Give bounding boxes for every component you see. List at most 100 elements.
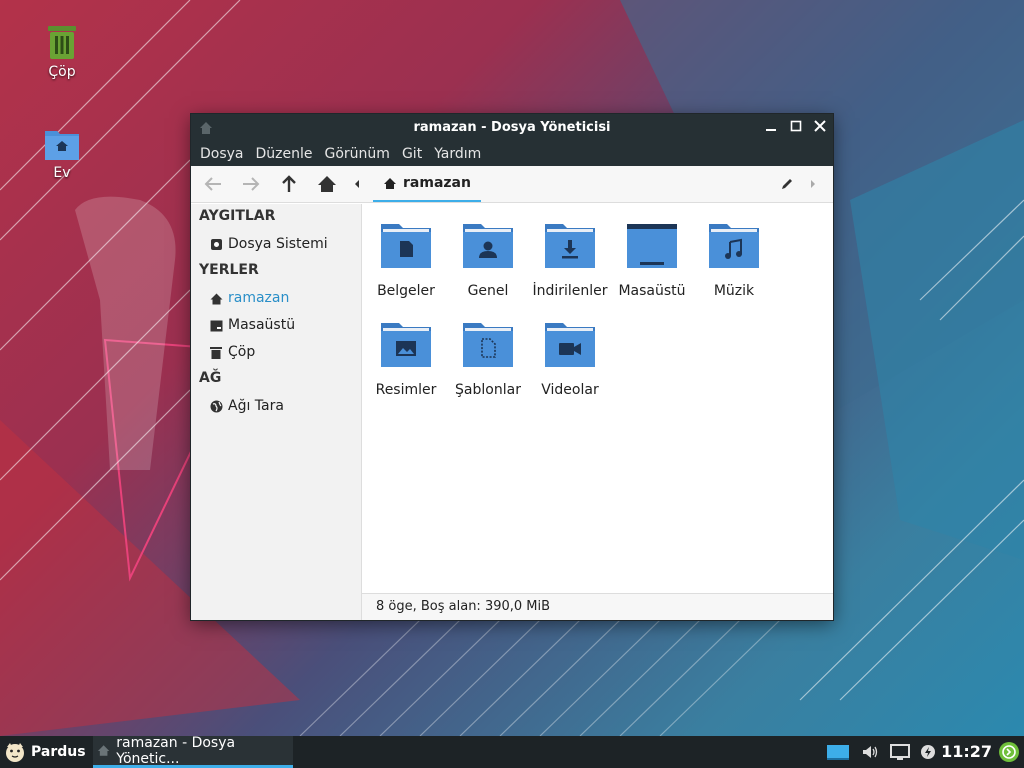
logout-icon: [999, 742, 1019, 762]
maximize-button[interactable]: [786, 118, 806, 138]
folder-label: Şablonlar: [455, 382, 521, 398]
folder-label: Genel: [467, 283, 509, 299]
folder-label: İndirilenler: [532, 283, 608, 299]
home-folder-icon: [45, 131, 79, 160]
sidebar-item-filesystem[interactable]: Dosya Sistemi: [191, 231, 361, 258]
minimize-button[interactable]: [761, 118, 781, 138]
close-icon: [814, 120, 826, 132]
menu-go[interactable]: Git: [396, 142, 428, 166]
sidebar-item-label: Çöp: [228, 344, 256, 360]
volume-icon: [863, 746, 878, 758]
menu-help[interactable]: Yardım: [428, 142, 487, 166]
folder-pictures[interactable]: Resimler: [365, 321, 447, 398]
pardus-logo-icon: [6, 743, 24, 762]
desktop-icon-label: Çöp: [48, 64, 76, 80]
monitor-icon: [890, 743, 910, 760]
documents-folder-icon: [381, 224, 431, 268]
pictures-folder-icon: [381, 323, 431, 367]
taskbar-item-label: ramazan - Dosya Yönetic...: [116, 734, 236, 767]
taskbar-item-file-manager[interactable]: ramazan - Dosya Yönetic...: [93, 734, 293, 768]
menu-view[interactable]: Görünüm: [319, 142, 396, 166]
folder-desktop[interactable]: Masaüstü: [611, 222, 693, 299]
desktop-icon-trash[interactable]: Çöp: [27, 24, 97, 80]
close-button[interactable]: [810, 118, 830, 138]
back-button[interactable]: [201, 173, 225, 195]
folder-label: Müzik: [713, 283, 755, 299]
home-icon: [384, 177, 396, 189]
public-folder-icon: [463, 224, 513, 268]
arrow-right-icon: [243, 177, 260, 191]
folder-videos[interactable]: Videolar: [529, 321, 611, 398]
templates-folder-icon: [463, 323, 513, 367]
window-title: ramazan - Dosya Yöneticisi: [413, 120, 611, 135]
globe-icon: [209, 400, 223, 414]
trash-icon: [209, 346, 223, 360]
trash-icon: [48, 26, 76, 59]
start-menu-button[interactable]: Pardus: [4, 740, 86, 764]
home-button[interactable]: [315, 173, 339, 195]
volume-button[interactable]: [860, 742, 880, 762]
up-button[interactable]: [277, 173, 301, 195]
arrow-left-icon: [204, 177, 221, 191]
menu-file[interactable]: Dosya: [194, 142, 250, 166]
clock[interactable]: 11:27: [941, 742, 992, 761]
maximize-icon: [790, 120, 802, 132]
pencil-icon: [782, 179, 792, 189]
desktop-folder-icon: [627, 224, 677, 268]
breadcrumb[interactable]: ramazan: [373, 166, 481, 202]
folder-label: Masaüstü: [618, 283, 686, 299]
home-icon: [318, 176, 336, 192]
drive-icon: [209, 238, 223, 252]
edit-location-button[interactable]: [775, 173, 799, 195]
sidebar-item-browse-network[interactable]: Ağı Tara: [191, 393, 361, 420]
menu-edit[interactable]: Düzenle: [250, 142, 319, 166]
sidebar-item-home[interactable]: ramazan: [191, 285, 361, 312]
forward-button[interactable]: [239, 173, 263, 195]
sidebar: AYGITLAR Dosya Sistemi YERLER ramazan Ma…: [191, 204, 362, 620]
folder-templates[interactable]: Şablonlar: [447, 321, 529, 398]
power-icon: [921, 745, 935, 759]
desktop-icon: [209, 319, 223, 333]
music-folder-icon: [709, 224, 759, 268]
display-button[interactable]: [889, 742, 911, 762]
folder-music[interactable]: Müzik: [693, 222, 775, 299]
sidebar-item-desktop[interactable]: Masaüstü: [191, 312, 361, 339]
workspace-switcher[interactable]: [826, 742, 850, 762]
start-menu-label: Pardus: [31, 744, 86, 760]
sidebar-item-label: Masaüstü: [228, 317, 296, 333]
home-icon: [209, 292, 223, 306]
folder-label: Belgeler: [377, 283, 435, 299]
minimize-icon: [766, 129, 776, 131]
file-view: Belgeler Genel İndirilenler Masaüstü Müz…: [362, 204, 833, 594]
chevron-right-icon: [811, 180, 815, 188]
chevron-left-icon: [355, 180, 359, 188]
taskbar: Pardus ramazan - Dosya Yönetic... 11:27: [0, 734, 1024, 768]
folder-label: Videolar: [541, 382, 599, 398]
status-bar: 8 öge, Boş alan: 390,0 MiB: [362, 593, 833, 620]
sidebar-item-label: Dosya Sistemi: [228, 236, 328, 252]
folder-public[interactable]: Genel: [447, 222, 529, 299]
sidebar-item-label: Ağı Tara: [228, 398, 284, 414]
scroll-left-button[interactable]: [349, 173, 365, 195]
scroll-right-button[interactable]: [805, 173, 821, 195]
folder-label: Resimler: [375, 382, 437, 398]
desktop-icon-home[interactable]: Ev: [27, 127, 97, 181]
breadcrumb-label: ramazan: [403, 175, 471, 191]
home-icon: [97, 745, 110, 756]
title-bar[interactable]: ramazan - Dosya Yöneticisi: [191, 114, 833, 142]
folder-documents[interactable]: Belgeler: [365, 222, 447, 299]
toolbar: ramazan: [191, 166, 833, 203]
file-manager-window: ramazan - Dosya Yöneticisi Dosya Düzenle…: [191, 114, 833, 620]
sidebar-header-network: AĞ: [199, 370, 222, 386]
menu-bar: Dosya Düzenle Görünüm Git Yardım: [191, 142, 833, 166]
logout-button[interactable]: [998, 742, 1020, 762]
desktop-icon-label: Ev: [53, 165, 71, 181]
power-manager-button[interactable]: [918, 742, 938, 762]
sidebar-header-devices: AYGITLAR: [199, 208, 276, 224]
sidebar-item-trash[interactable]: Çöp: [191, 339, 361, 366]
arrow-up-icon: [282, 175, 296, 192]
videos-folder-icon: [545, 323, 595, 367]
sidebar-item-label: ramazan: [228, 290, 290, 306]
folder-downloads[interactable]: İndirilenler: [529, 222, 611, 299]
downloads-folder-icon: [545, 224, 595, 268]
